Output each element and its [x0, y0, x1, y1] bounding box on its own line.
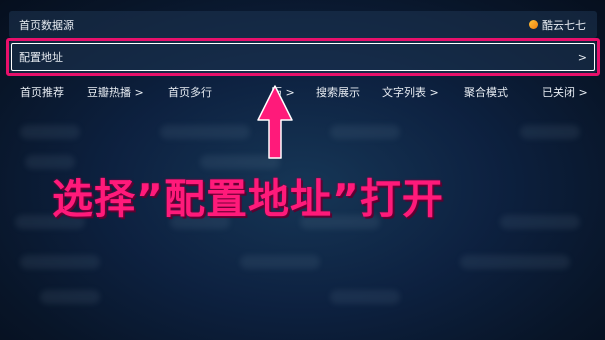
- focus-outline: [11, 43, 595, 71]
- option-home-multirow[interactable]: 首页多行: [168, 84, 212, 100]
- option-douban-hot[interactable]: 豆瓣热播 >: [87, 84, 144, 100]
- option-home-recommend[interactable]: 首页推荐: [20, 84, 64, 100]
- homepage-source-label: 首页数据源: [19, 18, 74, 32]
- homepage-source-value: 酷云七七: [542, 18, 586, 32]
- options-row: 首页推荐 豆瓣热播 > 首页多行 历 > 搜索展示 文字列表 > 聚合模式 已关…: [9, 80, 597, 102]
- up-arrow-annotation: [257, 85, 293, 159]
- chevron-right-icon: >: [577, 50, 587, 64]
- highlight-frame: [6, 38, 600, 76]
- option-closed[interactable]: 已关闭 >: [542, 84, 588, 100]
- config-url-row[interactable]: 配置地址 >: [6, 38, 600, 76]
- option-aggregate-mode[interactable]: 聚合模式: [464, 84, 508, 100]
- config-url-label: 配置地址: [19, 51, 63, 64]
- orange-gem-icon: [529, 20, 538, 29]
- homepage-source-row[interactable]: 首页数据源 酷云七七: [9, 11, 597, 38]
- option-search-display[interactable]: 搜索展示: [316, 84, 360, 100]
- option-text-list[interactable]: 文字列表 >: [382, 84, 439, 100]
- instruction-caption: 选择”配置地址”打开: [52, 175, 444, 223]
